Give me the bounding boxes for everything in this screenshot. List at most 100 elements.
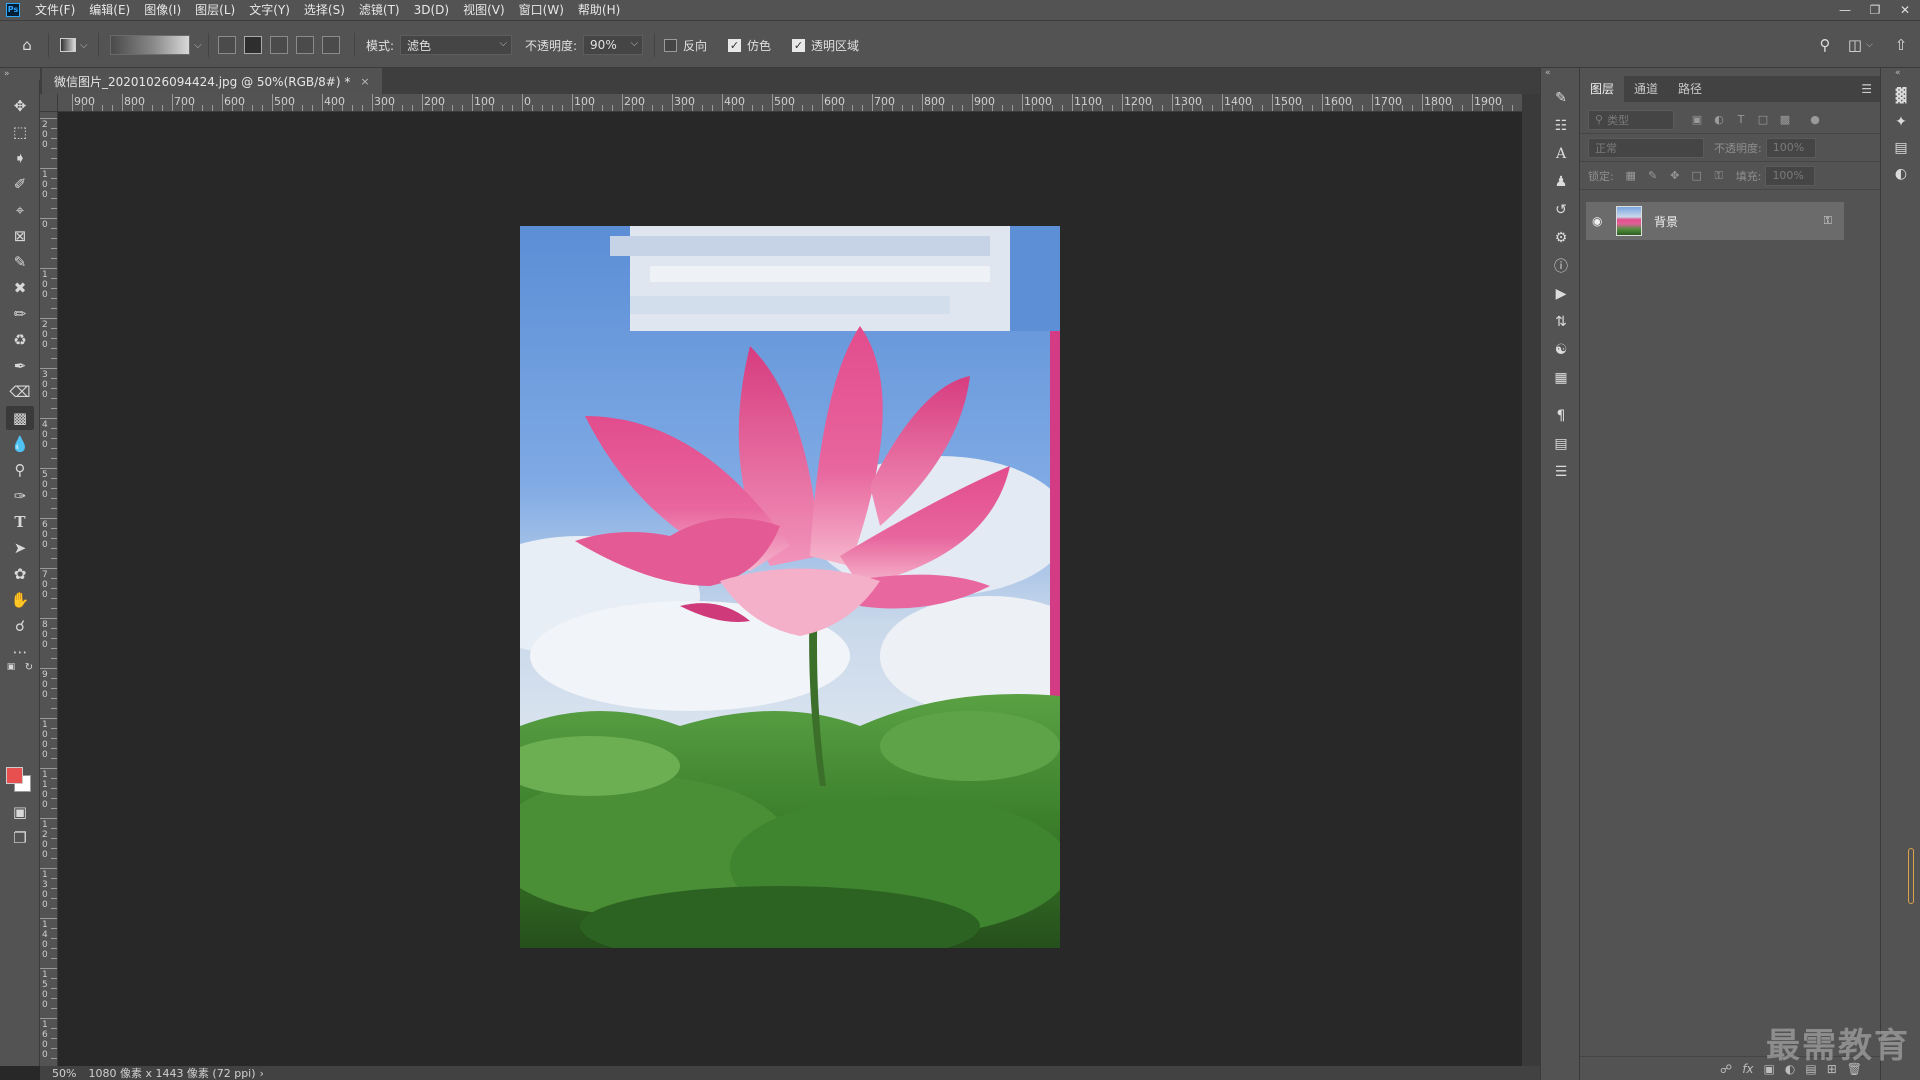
type-filter-icon[interactable]: T xyxy=(1732,111,1750,129)
history-icon[interactable]: ↺ xyxy=(1551,200,1571,220)
dither-option[interactable]: ✓ 仿色 xyxy=(728,21,777,69)
actions-play-icon[interactable]: ▶ xyxy=(1551,284,1571,304)
info-icon[interactable]: ⓘ xyxy=(1551,256,1571,276)
close-icon[interactable]: ✕ xyxy=(1890,0,1920,20)
ruler-origin[interactable] xyxy=(40,94,58,112)
vertical-ruler[interactable]: 200 100 0 100 200 300 400 500 600 700 800 900 1000 11… xyxy=(40,112,58,1066)
frame-tool-icon[interactable]: ⊠ xyxy=(6,224,34,248)
layer-style-icon[interactable]: fx xyxy=(1742,1062,1753,1076)
healing-brush-tool-icon[interactable]: ✖ xyxy=(6,276,34,300)
character-icon[interactable]: A xyxy=(1551,144,1571,164)
close-tab-icon[interactable]: × xyxy=(360,75,369,88)
angle-gradient-icon[interactable] xyxy=(270,36,288,54)
pen-tool-icon[interactable]: ✑ xyxy=(6,484,34,508)
marquee-tool-icon[interactable]: ⬚ xyxy=(6,120,34,144)
link-layers-icon[interactable]: ☍ xyxy=(1720,1062,1732,1076)
menu-image[interactable]: 图像(I) xyxy=(137,0,188,20)
move-tool-icon[interactable]: ✥ xyxy=(6,94,34,118)
menu-layer[interactable]: 图层(L) xyxy=(188,0,242,20)
pixel-filter-icon[interactable]: ▣ xyxy=(1688,111,1706,129)
dock-collapse-handle[interactable]: « xyxy=(1545,68,1551,78)
radial-gradient-icon[interactable] xyxy=(244,36,262,54)
menu-view[interactable]: 视图(V) xyxy=(456,0,512,20)
tab-channels[interactable]: 通道 xyxy=(1624,76,1668,102)
layer-opacity-input[interactable]: 100% xyxy=(1765,137,1816,158)
dither-checkbox[interactable]: ✓ xyxy=(728,38,741,52)
quick-mask-icon[interactable]: ▣ xyxy=(6,800,34,824)
history-brush-tool-icon[interactable]: ✒ xyxy=(6,354,34,378)
opacity-input[interactable]: 90% ⌵ xyxy=(583,35,644,55)
lock-all-icon[interactable]: ⚿ xyxy=(1710,167,1728,185)
mode-dropdown[interactable]: 滤色 ⌵ xyxy=(400,35,513,55)
gradient-swatch[interactable] xyxy=(110,35,190,55)
document-tab[interactable]: 微信图片_20201026094424.jpg @ 50%(RGB/8#) * … xyxy=(42,68,382,94)
adjustment-filter-icon[interactable]: ◐ xyxy=(1710,111,1728,129)
paragraph-styles-icon[interactable]: ▤ xyxy=(1551,434,1571,454)
swap-colors-icon[interactable]: ↻ xyxy=(22,660,36,674)
layer-lock-icon[interactable]: ⚿ xyxy=(1824,214,1832,228)
search-button[interactable]: ⚲ xyxy=(1814,21,1836,69)
quick-selection-tool-icon[interactable]: ✐ xyxy=(6,172,34,196)
custom-shape-tool-icon[interactable]: ✿ xyxy=(6,562,34,586)
menu-help[interactable]: 帮助(H) xyxy=(571,0,627,20)
menu-filter[interactable]: 滤镜(T) xyxy=(352,0,407,20)
notes-icon[interactable]: ☰ xyxy=(1551,462,1571,482)
minimize-icon[interactable]: — xyxy=(1830,0,1860,20)
zoom-tool-icon[interactable]: ☌ xyxy=(6,614,34,638)
menu-3d[interactable]: 3D(D) xyxy=(407,0,456,20)
lock-artboard-icon[interactable]: □ xyxy=(1688,167,1706,185)
channels-mixer-icon[interactable]: ⇅ xyxy=(1551,312,1571,332)
libraries-icon[interactable]: ▤ xyxy=(1891,138,1911,158)
gradient-picker[interactable]: ⌵ xyxy=(110,21,202,69)
visibility-eye-icon[interactable]: ◉ xyxy=(1592,214,1610,228)
screen-mode-icon[interactable]: ❐ xyxy=(6,826,34,850)
adjustments-icon[interactable]: ☷ xyxy=(1551,116,1571,136)
horizontal-ruler[interactable]: 900 800 700 600 500 400 300 200 100 0 100 200 300 400… xyxy=(58,94,1522,112)
reverse-checkbox[interactable] xyxy=(664,38,677,52)
type-tool-icon[interactable]: T xyxy=(6,510,34,534)
3d-icon[interactable]: ☯ xyxy=(1551,340,1571,360)
blur-tool-icon[interactable]: 💧 xyxy=(6,432,34,456)
vertical-scrollbar[interactable] xyxy=(1522,94,1540,1066)
restore-icon[interactable]: ❐ xyxy=(1860,0,1890,20)
default-colors-icon[interactable]: ▣ xyxy=(4,660,18,674)
share-button[interactable]: ⇧ xyxy=(1890,21,1912,69)
reverse-option[interactable]: 反向 xyxy=(664,21,713,69)
dock-collapse-handle[interactable]: « xyxy=(1895,68,1901,78)
menu-edit[interactable]: 编辑(E) xyxy=(82,0,137,20)
transparency-option[interactable]: ✓ 透明区域 xyxy=(792,21,865,69)
path-selection-tool-icon[interactable]: ➤ xyxy=(6,536,34,560)
tab-layers[interactable]: 图层 xyxy=(1580,76,1625,102)
tool-preset-picker[interactable]: ⌵ xyxy=(60,21,88,69)
blend-mode-dropdown[interactable]: 正常 xyxy=(1588,137,1704,158)
lock-image-icon[interactable]: ✎ xyxy=(1644,167,1662,185)
chevron-down-icon[interactable]: ⌵ xyxy=(194,40,202,51)
crop-tool-icon[interactable]: ⌖ xyxy=(6,198,34,222)
filter-toggle-icon[interactable]: ● xyxy=(1806,111,1824,129)
hand-tool-icon[interactable]: ✋ xyxy=(6,588,34,612)
eraser-tool-icon[interactable]: ⌫ xyxy=(6,380,34,404)
reflected-gradient-icon[interactable] xyxy=(296,36,314,54)
menu-type[interactable]: 文字(Y) xyxy=(242,0,297,20)
histogram-icon[interactable]: ▓ xyxy=(1891,86,1911,106)
transparency-checkbox[interactable]: ✓ xyxy=(792,38,805,52)
menu-select[interactable]: 选择(S) xyxy=(297,0,352,20)
lock-position-icon[interactable]: ✥ xyxy=(1666,167,1684,185)
workspace-button[interactable]: ◫ ⌵ xyxy=(1844,21,1873,69)
menu-file[interactable]: 文件(F) xyxy=(28,0,82,20)
properties-icon[interactable]: ⚙ xyxy=(1551,228,1571,248)
clone-stamp-tool-icon[interactable]: ♻ xyxy=(6,328,34,352)
tab-paths[interactable]: 路径 xyxy=(1668,76,1712,102)
menu-window[interactable]: 窗口(W) xyxy=(512,0,571,20)
brush-settings-icon[interactable]: ✎ xyxy=(1551,88,1571,108)
zoom-level[interactable]: 50% xyxy=(52,1067,76,1080)
home-button[interactable]: ⌂ xyxy=(16,21,38,69)
table-icon[interactable]: ▦ xyxy=(1551,368,1571,388)
toolbar-collapse-handle[interactable]: » xyxy=(0,68,40,80)
panel-menu-icon[interactable]: ☰ xyxy=(1861,82,1872,96)
dodge-tool-icon[interactable]: ⚲ xyxy=(6,458,34,482)
smart-object-filter-icon[interactable]: ▩ xyxy=(1776,111,1794,129)
scroll-thumb[interactable] xyxy=(1908,848,1914,904)
layer-filter-dropdown[interactable]: ⚲ 类型 xyxy=(1588,109,1674,130)
layer-row-background[interactable]: ◉ 背景 ⚿ xyxy=(1586,202,1844,240)
